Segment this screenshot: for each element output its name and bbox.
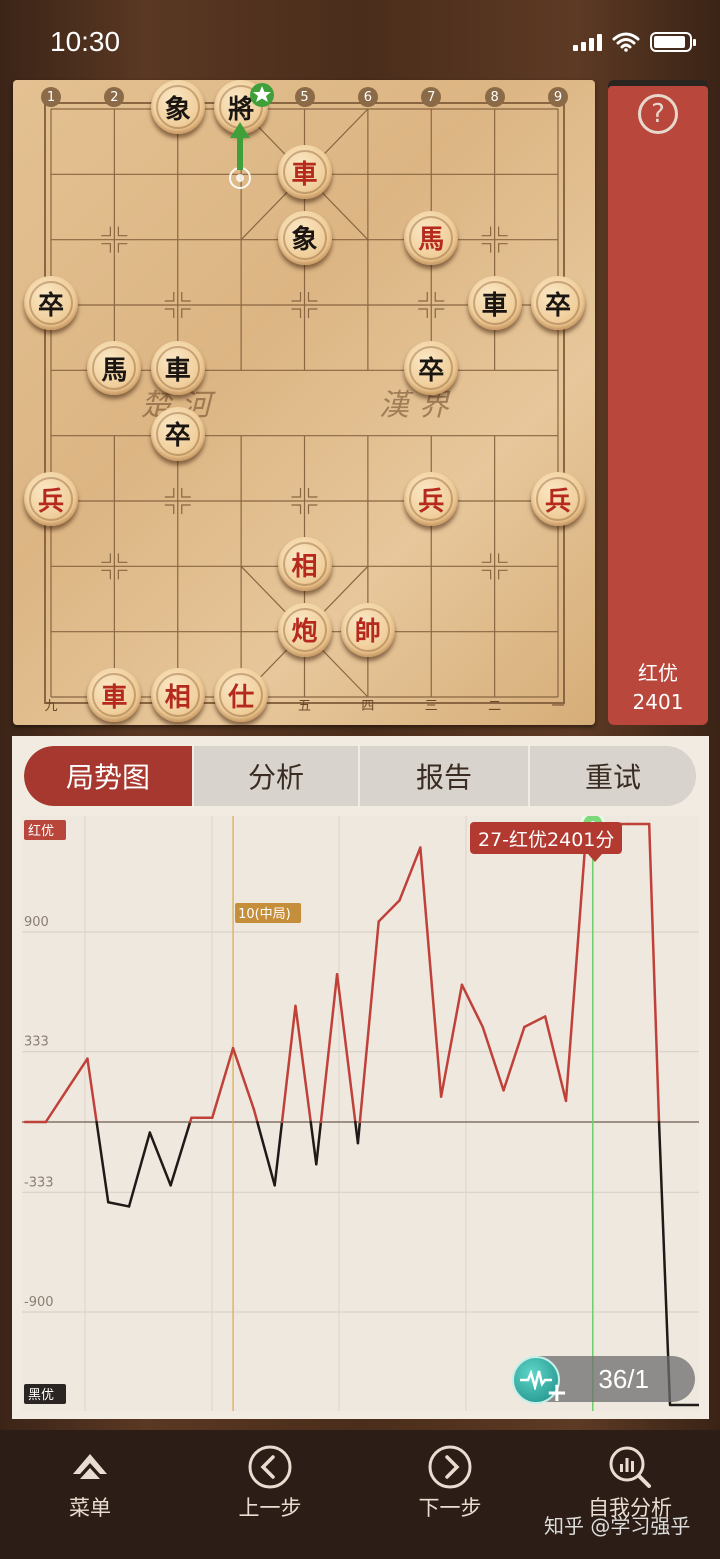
piece-char: 帥 xyxy=(354,617,381,648)
eval-side: 红优 xyxy=(638,661,678,685)
tab-bar: 局势图 分析 报告 重试 xyxy=(24,746,696,806)
piece-red[interactable]: 相 xyxy=(277,537,332,592)
analysis-panel: 局势图 分析 报告 重试 900 333 -333 -900 红优黑优 10(中局) 27… xyxy=(12,736,709,1419)
piece-red[interactable]: 帥 xyxy=(340,602,395,657)
piece-black[interactable]: 卒 xyxy=(24,276,78,330)
nav-menu[interactable]: 菜单 xyxy=(20,1430,160,1530)
piece-char: 車 xyxy=(291,159,318,190)
self-analysis-icon xyxy=(609,1446,651,1488)
piece-char: 卒 xyxy=(418,355,445,386)
piece-char: 象 xyxy=(164,94,191,125)
y-tick-label: 900 xyxy=(24,915,49,930)
watermark: 知乎 @学习强乎 xyxy=(544,1514,691,1538)
piece-char: 將 xyxy=(228,94,255,125)
nav-prev[interactable]: 上一步 xyxy=(200,1430,340,1530)
piece-char: 馬 xyxy=(418,225,445,256)
status-time: 10:30 xyxy=(50,26,121,57)
piece-char: 仕 xyxy=(228,682,255,713)
piece-black[interactable]: 卒 xyxy=(531,276,585,330)
nav-next-label: 下一步 xyxy=(418,1496,482,1520)
y-tick-label: -333 xyxy=(24,1175,54,1190)
piece-red[interactable]: 兵 xyxy=(531,472,585,526)
help-icon[interactable]: ? xyxy=(638,94,678,134)
piece-red[interactable]: 兵 xyxy=(24,472,78,526)
file-label-top: 9 xyxy=(548,87,568,107)
file-label-bottom: 九 xyxy=(44,698,58,714)
piece-char: 兵 xyxy=(544,486,571,517)
piece-char: 相 xyxy=(291,551,318,582)
black-advantage-label: 黑优 xyxy=(28,1388,54,1403)
file-label-top: 5 xyxy=(294,87,315,107)
tab-retry[interactable]: 重试 xyxy=(530,746,696,806)
piece-black[interactable]: 車 xyxy=(467,276,522,330)
piece-char: 兵 xyxy=(37,486,64,517)
piece-black[interactable]: 象 xyxy=(150,80,205,134)
nav-menu-label: 菜单 xyxy=(69,1496,111,1520)
file-label-bottom: 一 xyxy=(551,698,565,714)
nav-next[interactable]: 下一步 xyxy=(380,1430,520,1530)
piece-char: 象 xyxy=(291,225,318,256)
eval-score: 2401 xyxy=(632,690,684,714)
signal-icon xyxy=(573,33,602,51)
evaluation-text: 红优 2401 xyxy=(608,659,708,717)
piece-char: 車 xyxy=(101,682,128,713)
file-label-bottom: 四 xyxy=(361,698,375,714)
bottom-nav: 菜单 上一步 下一步 自我分析 xyxy=(0,1430,720,1559)
tab-situation-chart[interactable]: 局势图 xyxy=(24,746,194,806)
wifi-icon xyxy=(612,32,640,52)
piece-char: 卒 xyxy=(164,421,191,452)
tab-report[interactable]: 报告 xyxy=(360,746,530,806)
nav-prev-label: 上一步 xyxy=(238,1496,302,1520)
situation-chart[interactable]: 900 333 -333 -900 红优黑优 10(中局) xyxy=(22,816,699,1411)
file-label-top: 6 xyxy=(357,87,378,107)
next-icon xyxy=(428,1445,472,1489)
piece-black[interactable]: 車 xyxy=(150,341,205,396)
piece-red[interactable]: 相 xyxy=(150,668,205,722)
piece-red[interactable]: 炮 xyxy=(277,602,332,657)
piece-black[interactable]: 卒 xyxy=(150,406,205,461)
red-advantage-fill xyxy=(608,86,708,725)
piece-char: 車 xyxy=(481,290,508,321)
piece-char: 兵 xyxy=(418,486,445,517)
battery-icon xyxy=(650,32,696,52)
piece-red[interactable]: 車 xyxy=(277,145,332,200)
evaluation-bar: ? 红优 2401 xyxy=(608,80,708,725)
piece-black[interactable]: 將 xyxy=(214,80,269,134)
piece-red[interactable]: 車 xyxy=(87,668,142,722)
plus-icon: + xyxy=(546,1378,568,1408)
piece-red[interactable]: 馬 xyxy=(404,210,459,265)
piece-char: 卒 xyxy=(37,290,64,321)
current-move-badge: 27-红优2401分 xyxy=(470,822,623,862)
piece-char: 馬 xyxy=(101,355,128,386)
file-label-top: 8 xyxy=(484,87,505,107)
file-label-bottom: 五 xyxy=(297,698,311,714)
midgame-marker-label: 10(中局) xyxy=(238,907,291,922)
file-label-top: 1 xyxy=(41,87,61,107)
chess-board[interactable]: 楚河 漢界 123456789九八七六五四三二一 象將車象馬卒車卒馬車卒卒兵兵兵… xyxy=(13,80,595,725)
file-label-bottom: 二 xyxy=(488,698,502,714)
y-tick-label: -900 xyxy=(24,1295,54,1310)
status-icons xyxy=(573,32,696,52)
menu-icon xyxy=(73,1454,107,1479)
tab-analysis[interactable]: 分析 xyxy=(194,746,360,806)
piece-red[interactable]: 兵 xyxy=(404,472,459,526)
piece-char: 卒 xyxy=(544,290,571,321)
piece-char: 相 xyxy=(164,682,191,713)
prev-icon xyxy=(248,1445,292,1489)
y-tick-label: 333 xyxy=(24,1035,49,1050)
status-bar: 10:30 xyxy=(0,0,720,80)
piece-char: 炮 xyxy=(291,617,318,648)
piece-char: 車 xyxy=(164,355,191,386)
piece-black[interactable]: 象 xyxy=(277,210,332,265)
piece-red[interactable]: 仕 xyxy=(214,668,269,722)
red-advantage-label: 红优 xyxy=(28,823,54,839)
